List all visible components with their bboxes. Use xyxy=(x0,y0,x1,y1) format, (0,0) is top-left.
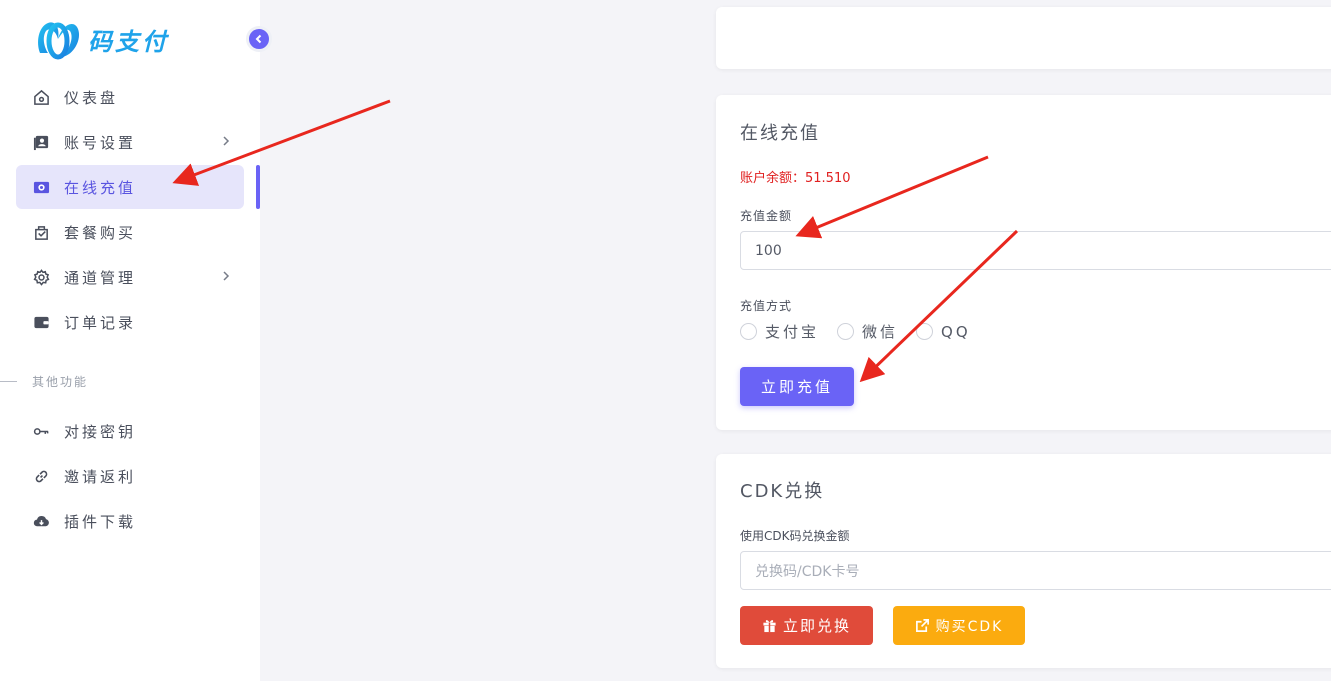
divider xyxy=(0,380,17,382)
cdk-title: CDK兑换 xyxy=(740,481,825,502)
sidebar-item-label: 套餐购买 xyxy=(64,223,137,242)
external-link-icon xyxy=(915,619,929,632)
chevron-right-icon xyxy=(223,136,230,146)
logo[interactable]: 码支付 xyxy=(34,16,169,62)
amount-label: 充值金额 xyxy=(740,209,793,223)
home-icon xyxy=(32,88,50,106)
buy-cdk-button[interactable]: 购买CDK xyxy=(893,606,1025,645)
sidebar-item-api-keys[interactable]: 对接密钥 xyxy=(16,409,244,453)
sidebar-item-online-recharge[interactable]: 在线充值 xyxy=(16,165,244,209)
amount-value: 100 xyxy=(755,242,782,259)
active-indicator xyxy=(256,165,260,209)
section-label-other: 其他功能 xyxy=(0,372,260,390)
cdk-card: CDK兑换 使用CDK码兑换金额 兑换码/CDK卡号 立即兑换 购买CDK xyxy=(716,454,1331,668)
sidebar-item-label: 插件下载 xyxy=(64,512,137,531)
gear-icon xyxy=(32,268,50,286)
sidebar-item-account-settings[interactable]: 账号设置 xyxy=(16,120,244,164)
radio-circle[interactable] xyxy=(740,323,757,340)
sidebar-item-plugin-download[interactable]: 插件下载 xyxy=(16,499,244,543)
recharge-submit-button[interactable]: 立即充值 xyxy=(740,367,854,406)
chevron-right-icon xyxy=(223,271,230,281)
sidebar-item-label: 仪表盘 xyxy=(64,88,119,107)
account-balance: 账户余额：51.510 xyxy=(740,171,851,186)
sidebar-nav-other: 对接密钥 邀请返利 插件下载 xyxy=(16,409,244,544)
sidebar-item-label: 在线充值 xyxy=(64,178,137,197)
sidebar-item-package-purchase[interactable]: 套餐购买 xyxy=(16,210,244,254)
radio-circle[interactable] xyxy=(916,323,934,340)
account-icon xyxy=(32,133,50,151)
recharge-card: 在线充值 账户余额：51.510 充值金额 100 充值方式 支付宝 微信 QQ… xyxy=(716,95,1331,430)
sidebar-item-referral[interactable]: 邀请返利 xyxy=(16,454,244,498)
link-icon xyxy=(32,467,50,485)
sidebar-item-order-records[interactable]: 订单记录 xyxy=(16,300,244,344)
payment-method-label: 充值方式 xyxy=(740,299,793,313)
cdk-input[interactable]: 兑换码/CDK卡号 xyxy=(740,551,1331,590)
sidebar-item-dashboard[interactable]: 仪表盘 xyxy=(16,75,244,119)
brand-name: 码支付 xyxy=(88,26,169,56)
sidebar-item-label: 邀请返利 xyxy=(64,467,137,486)
amount-input[interactable]: 100 xyxy=(740,231,1331,270)
sidebar-item-label: 对接密钥 xyxy=(64,422,137,441)
gift-icon xyxy=(763,620,776,633)
recharge-title: 在线充值 xyxy=(740,123,820,144)
sidebar-item-label: 通道管理 xyxy=(64,268,137,287)
sidebar-collapse-button[interactable] xyxy=(246,26,272,52)
sidebar-item-label: 订单记录 xyxy=(64,313,137,332)
payment-method-group: 支付宝 微信 QQ xyxy=(740,321,989,342)
radio-circle[interactable] xyxy=(837,323,855,340)
radio-qq[interactable]: QQ xyxy=(916,323,971,341)
chevron-left-icon xyxy=(255,34,262,44)
package-icon xyxy=(32,223,50,241)
redeem-button[interactable]: 立即兑换 xyxy=(740,606,873,645)
radio-alipay[interactable]: 支付宝 xyxy=(740,321,819,342)
sidebar-item-channel-management[interactable]: 通道管理 xyxy=(16,255,244,299)
radio-wechat[interactable]: 微信 xyxy=(837,321,898,342)
logo-icon xyxy=(38,22,80,60)
sidebar-item-label: 账号设置 xyxy=(64,133,137,152)
cdk-placeholder: 兑换码/CDK卡号 xyxy=(755,563,860,580)
key-icon xyxy=(32,422,50,440)
sidebar: 码支付 仪表盘 账号设置 在线充值 套餐购买 通道管理 订单记录 其他功能 对接… xyxy=(0,0,260,681)
sidebar-nav: 仪表盘 账号设置 在线充值 套餐购买 通道管理 订单记录 xyxy=(16,75,244,345)
top-card xyxy=(716,7,1331,69)
recharge-icon xyxy=(32,178,50,196)
wallet-icon xyxy=(32,313,50,331)
cloud-download-icon xyxy=(32,512,50,530)
cdk-field-label: 使用CDK码兑换金额 xyxy=(740,529,850,543)
